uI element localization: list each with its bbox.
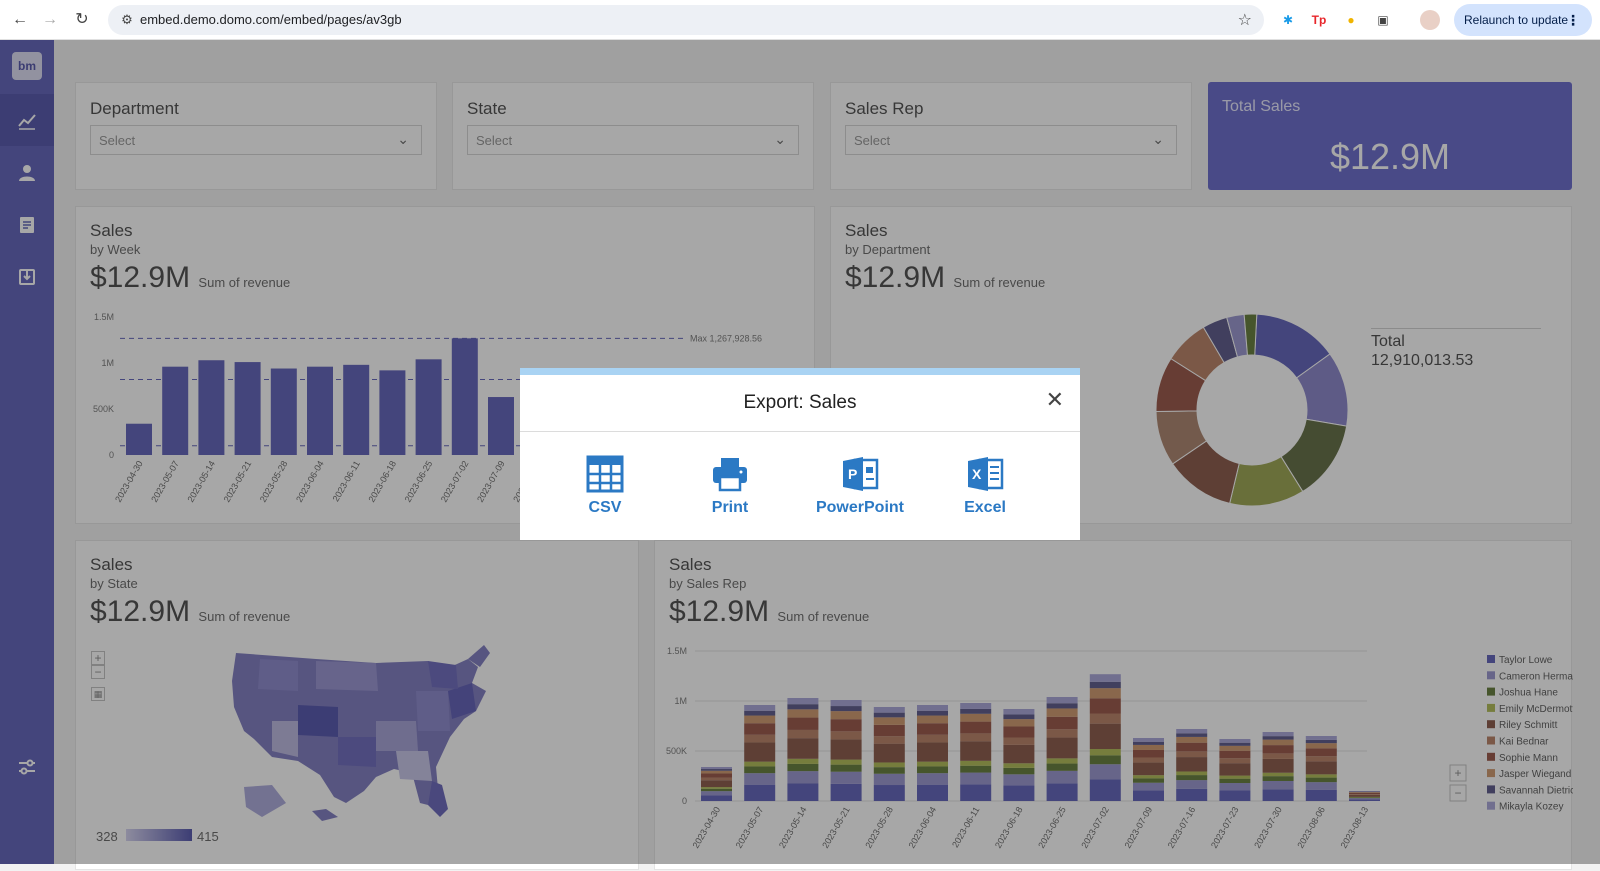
extension-icon[interactable]: ● (1341, 10, 1361, 30)
extension-icon[interactable]: ✱ (1278, 10, 1298, 30)
export-excel-button[interactable]: X Excel (930, 455, 1040, 525)
modal-title: Export: Sales (743, 392, 857, 413)
site-info-icon[interactable]: ⚙ (118, 11, 136, 29)
address-bar[interactable]: ⚙ embed.demo.domo.com/embed/pages/av3gb … (108, 5, 1264, 35)
export-label: Print (711, 499, 749, 516)
svg-text:X: X (972, 466, 982, 482)
puzzle-icon[interactable]: ▣ (1373, 10, 1393, 30)
export-print-button[interactable]: Print (675, 455, 785, 525)
divider (520, 431, 1080, 432)
relaunch-label: Relaunch to update (1464, 13, 1569, 27)
export-label: CSV (588, 499, 622, 516)
excel-icon: X (968, 457, 1004, 491)
export-dialog: Export: Sales ✕ CSV Print P PowerPoint X… (520, 368, 1080, 540)
export-powerpoint-button[interactable]: P PowerPoint (802, 455, 918, 525)
powerpoint-icon: P (843, 457, 879, 491)
menu-dots-icon[interactable]: ⋮ (1566, 4, 1580, 36)
export-label: PowerPoint (815, 499, 904, 516)
back-icon[interactable]: ← (8, 8, 32, 32)
table-icon (586, 455, 624, 493)
svg-text:P: P (848, 466, 857, 482)
relaunch-button[interactable]: Relaunch to update ⋮ (1454, 4, 1592, 36)
bookmark-star-icon[interactable]: ☆ (1238, 10, 1252, 30)
printer-icon (713, 458, 747, 492)
export-csv-button[interactable]: CSV (550, 455, 660, 525)
url-text[interactable]: embed.demo.domo.com/embed/pages/av3gb (140, 12, 402, 27)
export-label: Excel (964, 499, 1006, 516)
forward-icon[interactable]: → (38, 8, 62, 32)
reload-icon[interactable]: ↻ (70, 8, 94, 32)
profile-avatar[interactable] (1420, 10, 1440, 30)
close-icon[interactable]: ✕ (1046, 389, 1064, 411)
extension-tp-icon[interactable]: Tp (1309, 10, 1329, 30)
browser-toolbar: ← → ↻ ⚙ embed.demo.domo.com/embed/pages/… (0, 0, 1600, 40)
